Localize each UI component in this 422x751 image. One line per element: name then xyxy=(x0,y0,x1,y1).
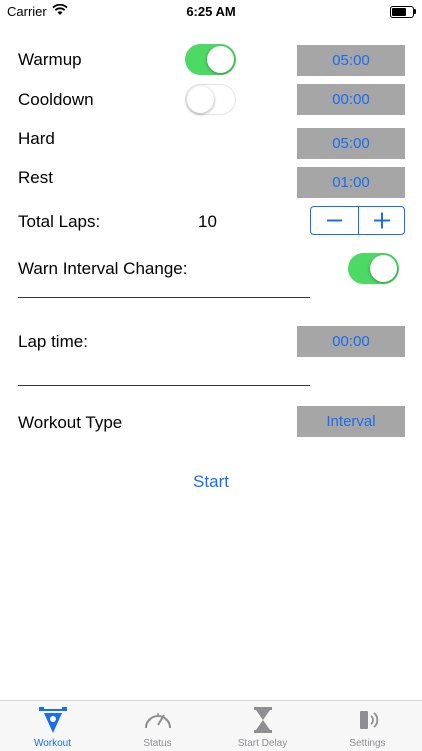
tab-start-delay[interactable]: Start Delay xyxy=(210,701,315,751)
tab-workout[interactable]: Workout xyxy=(0,701,105,751)
divider xyxy=(18,297,310,298)
sound-settings-icon xyxy=(360,711,379,729)
hard-label: Hard xyxy=(18,129,55,148)
tab-settings[interactable]: Settings xyxy=(315,701,420,751)
status-time: 6:25 AM xyxy=(186,4,236,19)
warmup-toggle[interactable] xyxy=(185,44,236,75)
total-laps-value: 10 xyxy=(198,212,217,231)
cooldown-label: Cooldown xyxy=(18,90,94,109)
tab-status-label: Status xyxy=(143,738,172,749)
tab-settings-label: Settings xyxy=(349,738,386,749)
workout-icon xyxy=(39,707,67,733)
speedometer-icon xyxy=(145,713,171,729)
tab-status[interactable]: Status xyxy=(105,701,210,751)
warn-interval-label: Warn Interval Change: xyxy=(18,259,188,278)
cooldown-time-button[interactable]: 00:00 xyxy=(297,84,405,115)
tab-start-delay-label: Start Delay xyxy=(237,738,288,749)
lap-time-label: Lap time: xyxy=(18,332,88,351)
hourglass-icon xyxy=(254,707,272,733)
warmup-label: Warmup xyxy=(18,50,82,69)
rest-label: Rest xyxy=(18,168,53,187)
lap-time-button[interactable]: 00:00 xyxy=(297,326,405,357)
laps-stepper xyxy=(310,206,405,235)
battery-tip xyxy=(414,9,416,14)
warmup-time-button[interactable]: 05:00 xyxy=(297,45,405,76)
hard-time-button[interactable]: 05:00 xyxy=(297,128,405,159)
status-bar: Carrier 6:25 AM xyxy=(0,0,422,24)
stepper-increment-button[interactable] xyxy=(358,207,405,234)
minus-icon xyxy=(327,219,342,222)
workout-type-button[interactable]: Interval xyxy=(297,406,405,437)
stepper-decrement-button[interactable] xyxy=(311,207,358,234)
start-button[interactable]: Start xyxy=(0,472,422,492)
rest-time-button[interactable]: 01:00 xyxy=(297,167,405,198)
cooldown-toggle[interactable] xyxy=(185,84,236,115)
divider xyxy=(18,385,310,386)
total-laps-label: Total Laps: xyxy=(18,212,101,231)
tab-workout-label: Workout xyxy=(33,738,72,749)
workout-type-label: Workout Type xyxy=(18,413,123,432)
plus-icon xyxy=(374,212,390,229)
warn-interval-toggle[interactable] xyxy=(348,253,399,284)
battery-icon xyxy=(390,6,414,18)
tab-bar: Workout Status Start Delay Settings xyxy=(0,700,422,751)
